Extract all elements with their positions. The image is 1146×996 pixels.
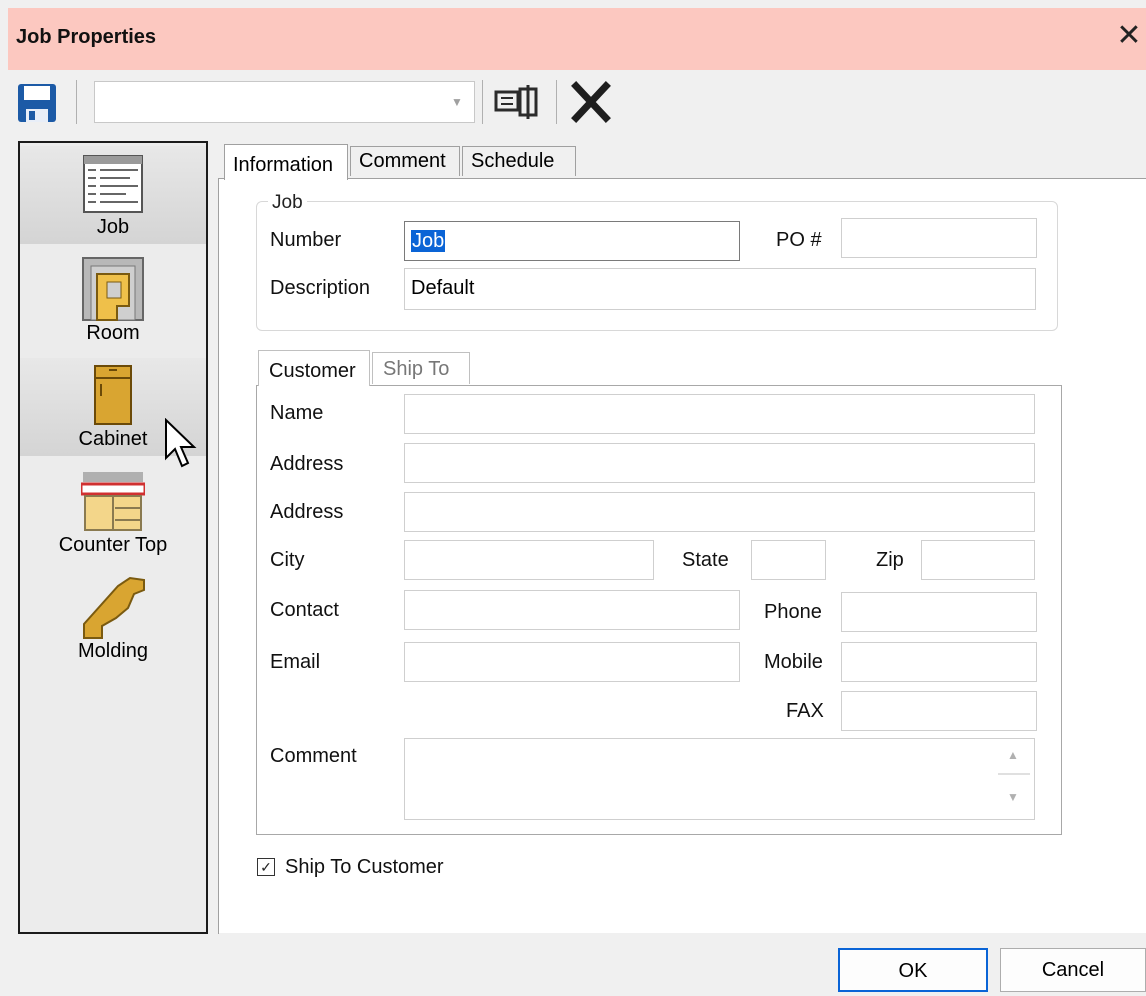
state-label: State — [682, 549, 729, 571]
title-bar — [8, 8, 1146, 70]
delete-button[interactable] — [568, 80, 614, 124]
job-number-value: Job — [411, 230, 446, 252]
fax-field[interactable] — [841, 691, 1037, 731]
scroll-up-icon[interactable]: ▲ — [1004, 748, 1022, 764]
scroll-down-icon[interactable]: ▼ — [1004, 790, 1022, 806]
zip-field[interactable] — [921, 540, 1035, 580]
description-value: Default — [411, 277, 475, 299]
job-number-field[interactable]: Job — [404, 221, 740, 261]
tab-ship-to[interactable]: Ship To — [372, 352, 470, 384]
nav-item-job[interactable]: Job — [20, 146, 206, 244]
toolbar-separator — [556, 80, 557, 124]
nav-item-room[interactable]: Room — [20, 248, 206, 352]
phone-label: Phone — [764, 601, 822, 623]
mobile-label: Mobile — [764, 651, 823, 673]
countertop-icon — [81, 472, 145, 531]
save-floppy-icon — [18, 84, 56, 122]
mobile-field[interactable] — [841, 642, 1037, 682]
layout-button[interactable] — [490, 80, 546, 124]
nav-item-counter-top[interactable]: Counter Top — [20, 466, 206, 566]
cabinet-icon — [94, 365, 132, 425]
tab-customer[interactable]: Customer — [258, 350, 370, 386]
name-label: Name — [270, 402, 324, 424]
contact-label: Contact — [270, 599, 339, 621]
mouse-cursor-icon — [165, 418, 197, 468]
combo-dropdown-icon[interactable]: ▼ — [443, 84, 471, 120]
nav-item-label: Room — [86, 322, 140, 344]
toolbar-combo[interactable] — [94, 81, 475, 123]
job-list-icon — [83, 155, 143, 213]
email-label: Email — [270, 651, 321, 673]
description-label: Description — [270, 277, 371, 299]
po-label: PO # — [776, 229, 822, 251]
job-group-title: Job — [268, 192, 307, 214]
dual-panel-icon — [494, 85, 538, 119]
description-field[interactable]: Default — [404, 268, 1036, 310]
comment-label: Comment — [270, 745, 357, 767]
address1-field[interactable] — [404, 443, 1035, 483]
nav-item-molding[interactable]: Molding — [20, 574, 206, 674]
contact-field[interactable] — [404, 590, 740, 630]
close-icon[interactable]: ✕ — [1112, 18, 1146, 54]
address2-field[interactable] — [404, 492, 1035, 532]
tab-information[interactable]: Information — [224, 144, 348, 180]
comment-textarea[interactable] — [404, 738, 1035, 820]
city-field[interactable] — [404, 540, 654, 580]
state-field[interactable] — [751, 540, 826, 580]
ship-to-customer-checkbox[interactable]: ✓ — [257, 858, 275, 876]
fax-label: FAX — [786, 700, 824, 722]
address2-label: Address — [270, 501, 344, 523]
cancel-button[interactable]: Cancel — [1000, 948, 1146, 992]
city-label: City — [270, 549, 305, 571]
nav-item-label: Counter Top — [58, 534, 168, 556]
tab-schedule[interactable]: Schedule — [462, 146, 576, 176]
delete-x-icon — [571, 81, 611, 123]
nav-item-label: Molding — [77, 640, 149, 662]
tab-comment[interactable]: Comment — [350, 146, 460, 176]
po-field[interactable] — [841, 218, 1037, 258]
name-field[interactable] — [404, 394, 1035, 434]
scrollbar-track[interactable] — [998, 773, 1030, 775]
window-title: Job Properties — [16, 26, 157, 48]
ship-to-customer-label: Ship To Customer — [285, 856, 444, 878]
zip-label: Zip — [876, 549, 904, 571]
toolbar-separator — [482, 80, 483, 124]
nav-item-label: Job — [96, 216, 130, 238]
address1-label: Address — [270, 453, 344, 475]
molding-icon — [83, 576, 145, 639]
toolbar-separator — [76, 80, 77, 124]
email-field[interactable] — [404, 642, 740, 682]
toolbar-combo-value — [95, 90, 101, 112]
room-icon — [82, 257, 144, 321]
save-button[interactable] — [14, 80, 60, 124]
number-label: Number — [270, 229, 342, 251]
phone-field[interactable] — [841, 592, 1037, 632]
ok-button[interactable]: OK — [838, 948, 988, 992]
